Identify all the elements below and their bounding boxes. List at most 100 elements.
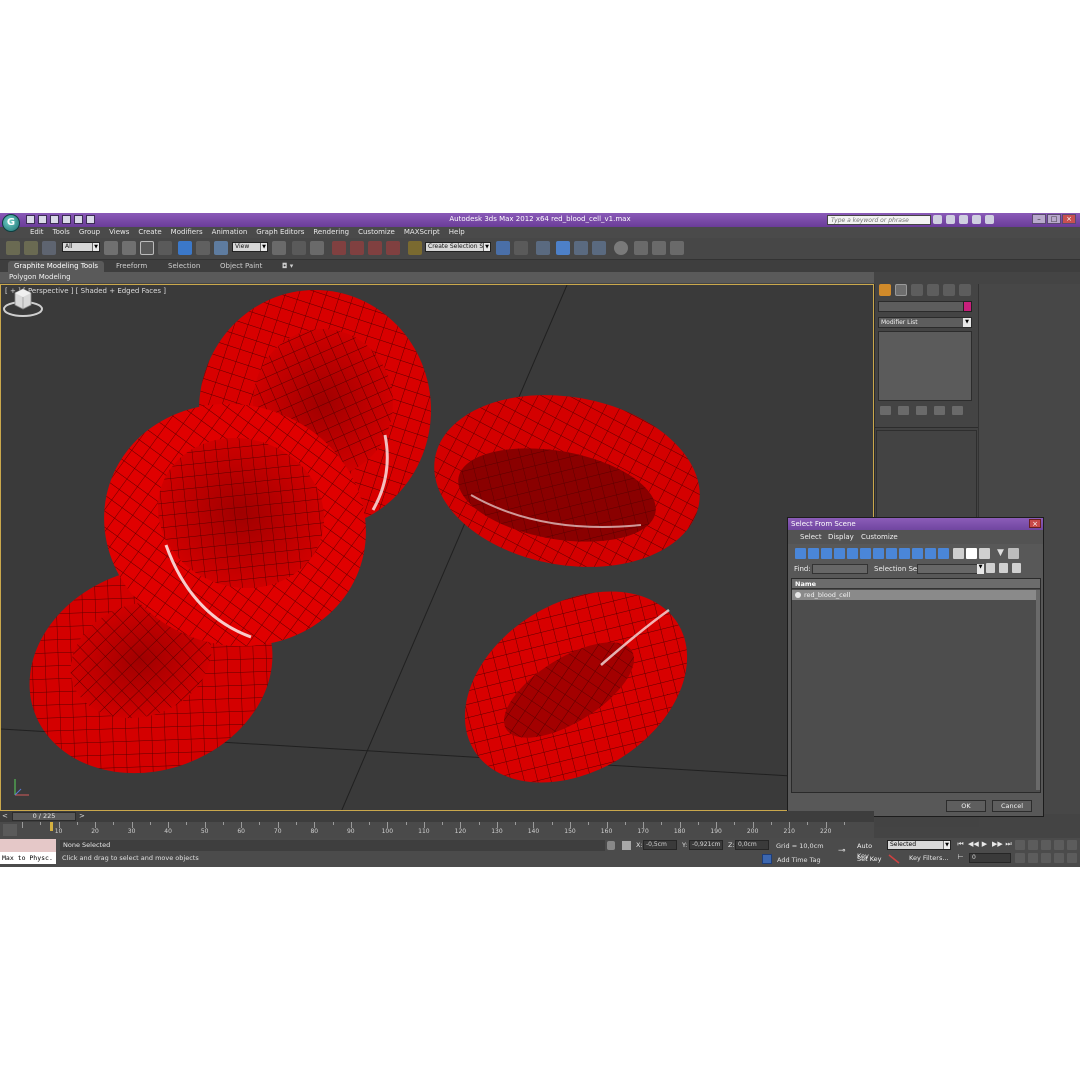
play-icon[interactable]: ▶ — [980, 840, 989, 849]
red-blood-cell-mesh[interactable] — [430, 552, 723, 811]
named-selection-set-dropdown[interactable]: Create Selection Se ▼ — [425, 242, 491, 252]
maximize-viewport-icon[interactable] — [1054, 853, 1064, 863]
display-xrefs-icon[interactable] — [886, 548, 897, 559]
chevron-down-icon[interactable]: ▼ — [977, 564, 984, 574]
align-icon[interactable] — [514, 241, 528, 255]
dialog-menu-customize[interactable]: Customize — [861, 533, 898, 541]
keyboard-shortcut-override-icon[interactable] — [310, 241, 324, 255]
maxscript-listener-output[interactable] — [0, 839, 56, 852]
schematic-view-icon[interactable] — [592, 241, 606, 255]
zoom-icon[interactable] — [1015, 840, 1025, 850]
edit-named-selection-icon[interactable] — [408, 241, 422, 255]
tab-graphite-modeling-tools[interactable]: Graphite Modeling Tools — [8, 261, 105, 272]
filter-options-icon[interactable] — [1008, 548, 1019, 559]
menu-item-views[interactable]: Views — [109, 228, 129, 237]
menu-item-edit[interactable]: Edit — [30, 228, 44, 237]
time-slider[interactable]: < 0 / 225 > — [0, 811, 874, 822]
render-production-icon[interactable] — [670, 241, 684, 255]
window-crossing-icon[interactable] — [158, 241, 172, 255]
orbit-icon[interactable] — [1041, 853, 1051, 863]
keyword-search-input[interactable]: Type a keyword or phrase — [827, 215, 931, 225]
tab-freeform[interactable]: Freeform — [110, 261, 153, 272]
delete-selection-set-icon[interactable] — [1012, 563, 1021, 573]
graphite-modeling-toggle-icon[interactable] — [556, 241, 570, 255]
key-mode-dropdown[interactable]: Selected ▼ — [887, 840, 951, 850]
object-color-swatch[interactable] — [963, 301, 972, 312]
remove-modifier-icon[interactable] — [934, 406, 945, 415]
tab-object-paint[interactable]: Object Paint — [214, 261, 268, 272]
modifier-list-dropdown[interactable]: Modifier List ▼ — [878, 317, 972, 328]
display-lights-icon[interactable] — [821, 548, 832, 559]
display-tab-icon[interactable] — [943, 284, 955, 296]
3dsmax-logo-icon[interactable]: G — [2, 214, 20, 232]
unlink-icon[interactable] — [24, 241, 38, 255]
binoculars-icon[interactable] — [933, 215, 942, 224]
find-input[interactable] — [812, 564, 868, 574]
dialog-menu-display[interactable]: Display — [828, 533, 854, 541]
menu-item-graph-editors[interactable]: Graph Editors — [256, 228, 304, 237]
ribbon-options-icon[interactable]: ◘ ▾ — [276, 261, 299, 272]
configure-modifier-sets-icon[interactable] — [952, 406, 963, 415]
dialog-menu-select[interactable]: Select — [800, 533, 822, 541]
set-key-button[interactable]: Set Key — [857, 854, 885, 864]
viewcube-icon[interactable] — [1, 285, 45, 319]
list-scrollbar[interactable] — [1036, 590, 1040, 790]
minimize-button[interactable]: – — [1032, 214, 1046, 224]
time-slider-handle[interactable]: 0 / 225 — [12, 812, 76, 821]
maximize-button[interactable]: □ — [1047, 214, 1061, 224]
x-coord-field[interactable]: -0,5cm — [643, 840, 677, 850]
object-name-field[interactable] — [878, 301, 964, 312]
layer-manager-icon[interactable] — [536, 241, 550, 255]
make-unique-icon[interactable] — [916, 406, 927, 415]
ok-button[interactable]: OK — [946, 800, 986, 812]
tab-selection[interactable]: Selection — [162, 261, 206, 272]
go-to-start-icon[interactable]: ⏮ — [956, 840, 965, 849]
pin-stack-icon[interactable] — [880, 406, 891, 415]
zoom-extents-icon[interactable] — [1041, 840, 1051, 850]
edit-selection-set-icon[interactable] — [999, 563, 1008, 573]
cancel-button[interactable]: Cancel — [992, 800, 1032, 812]
display-cameras-icon[interactable] — [834, 548, 845, 559]
y-coord-field[interactable]: -0,921cm — [689, 840, 723, 850]
display-space-warps-icon[interactable] — [860, 548, 871, 559]
render-setup-icon[interactable] — [634, 241, 648, 255]
hierarchy-tab-icon[interactable] — [911, 284, 923, 296]
dialog-close-button[interactable]: × — [1029, 519, 1041, 528]
utilities-tab-icon[interactable] — [959, 284, 971, 296]
select-object-icon[interactable] — [104, 241, 118, 255]
scene-object-list[interactable]: Name red_blood_cell — [791, 578, 1041, 793]
communication-center-icon[interactable] — [959, 215, 968, 224]
select-by-name-icon[interactable] — [122, 241, 136, 255]
angle-snap-icon[interactable] — [350, 241, 364, 255]
menu-item-tools[interactable]: Tools — [53, 228, 70, 237]
key-filters-button[interactable]: Key Filters... — [909, 854, 949, 862]
open-mini-curve-editor-icon[interactable] — [3, 824, 17, 836]
display-bones-icon[interactable] — [899, 548, 910, 559]
time-configuration-icon[interactable] — [1015, 853, 1025, 863]
maxscript-mini-listener[interactable]: Max to Physc. — [0, 852, 56, 864]
selection-set-dropdown[interactable] — [917, 564, 981, 574]
column-header-name[interactable]: Name — [792, 579, 1040, 589]
menu-item-group[interactable]: Group — [79, 228, 100, 237]
polygon-modeling-panel[interactable]: Polygon Modeling — [9, 273, 71, 281]
create-tab-icon[interactable] — [879, 284, 891, 296]
snaps-toggle-icon[interactable] — [332, 241, 346, 255]
walk-through-icon[interactable] — [1067, 853, 1077, 863]
help-icon[interactable] — [985, 215, 994, 224]
list-item[interactable]: red_blood_cell — [792, 590, 1040, 600]
rectangular-selection-icon[interactable] — [140, 241, 154, 255]
red-blood-cell-mesh[interactable] — [420, 375, 713, 587]
mirror-icon[interactable] — [496, 241, 510, 255]
display-shapes-icon[interactable] — [808, 548, 819, 559]
perspective-viewport[interactable]: [ + ] [ Perspective ] [ Shaded + Edged F… — [0, 284, 874, 811]
menu-item-maxscript[interactable]: MAXScript — [404, 228, 440, 237]
spinner-snap-icon[interactable] — [386, 241, 400, 255]
zoom-all-icon[interactable] — [1028, 840, 1038, 850]
next-frame-button[interactable]: > — [79, 812, 85, 820]
pivot-center-icon[interactable] — [272, 241, 286, 255]
selection-lock-icon[interactable] — [607, 841, 615, 850]
invert-display-icon[interactable] — [979, 548, 990, 559]
select-and-scale-icon[interactable] — [214, 241, 228, 255]
select-and-move-icon[interactable] — [178, 241, 192, 255]
selection-filter-dropdown[interactable]: All ▼ — [62, 242, 100, 252]
